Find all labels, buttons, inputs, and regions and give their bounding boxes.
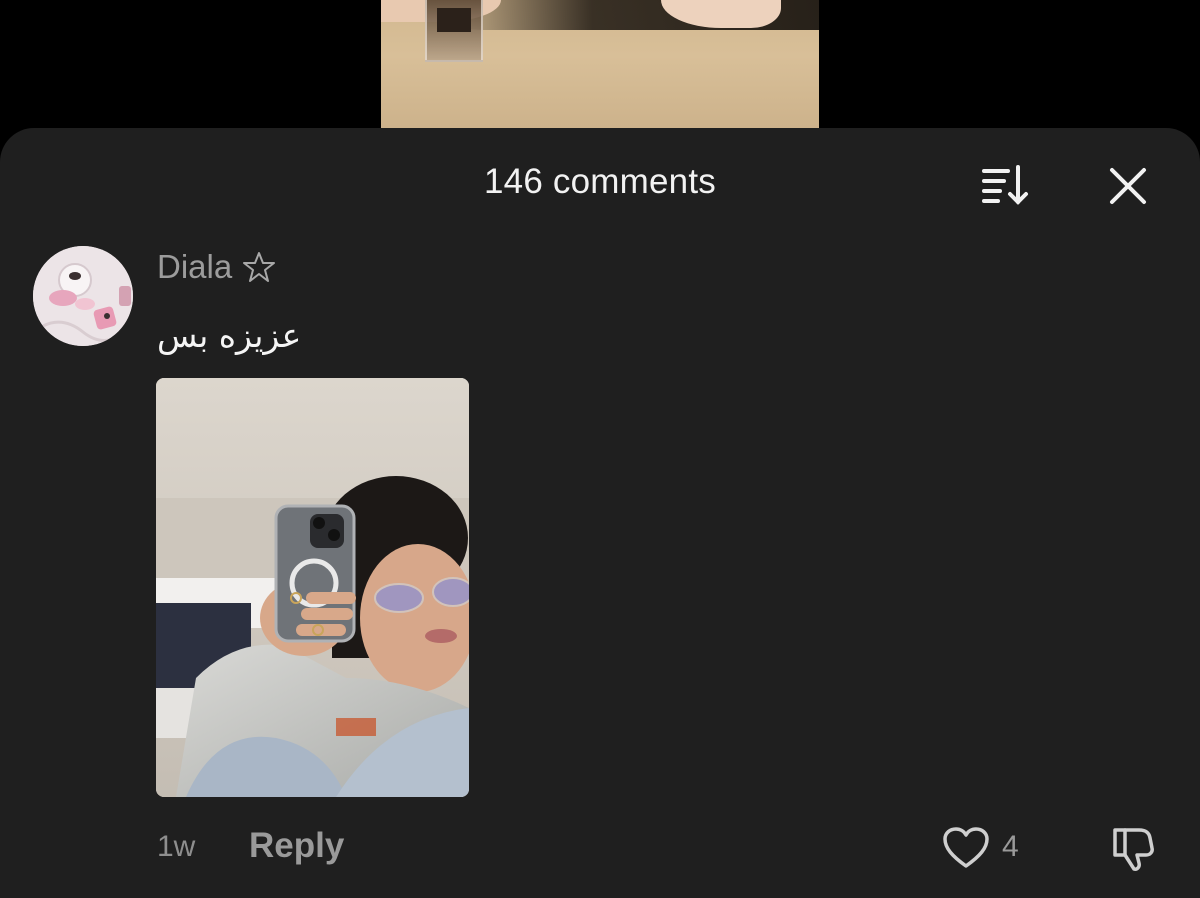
- reply-button[interactable]: Reply: [249, 826, 344, 866]
- sort-button[interactable]: [972, 160, 1038, 210]
- comment-username[interactable]: Diala: [157, 248, 232, 286]
- like-button[interactable]: [940, 822, 992, 874]
- selfie-photo-image: [156, 378, 469, 797]
- close-icon: [1110, 168, 1146, 204]
- bottle-label: [437, 8, 471, 32]
- close-button[interactable]: [1100, 158, 1156, 214]
- thumbs-down-icon: [1113, 828, 1154, 871]
- comment-attached-photo[interactable]: [156, 378, 469, 797]
- avatar-image: [33, 246, 133, 346]
- comment-actions: 1w Reply 4: [0, 822, 1200, 882]
- comments-sheet: 146 comments Diala عزيزه بس 1w Reply 4: [0, 128, 1200, 898]
- perfume-bottle-image: [425, 0, 483, 62]
- heart-outline-icon: [943, 827, 989, 868]
- avatar[interactable]: [33, 246, 133, 346]
- comment-timestamp: 1w: [157, 830, 196, 863]
- video-frame[interactable]: [381, 0, 819, 140]
- comment-text: عزيزه بس: [157, 316, 302, 355]
- like-count: 4: [1002, 830, 1019, 863]
- sort-icon: [982, 165, 1028, 205]
- video-background: [0, 0, 1200, 140]
- star-outline-icon: [243, 252, 276, 282]
- username-row: Diala: [157, 248, 276, 286]
- dislike-button[interactable]: [1106, 822, 1160, 874]
